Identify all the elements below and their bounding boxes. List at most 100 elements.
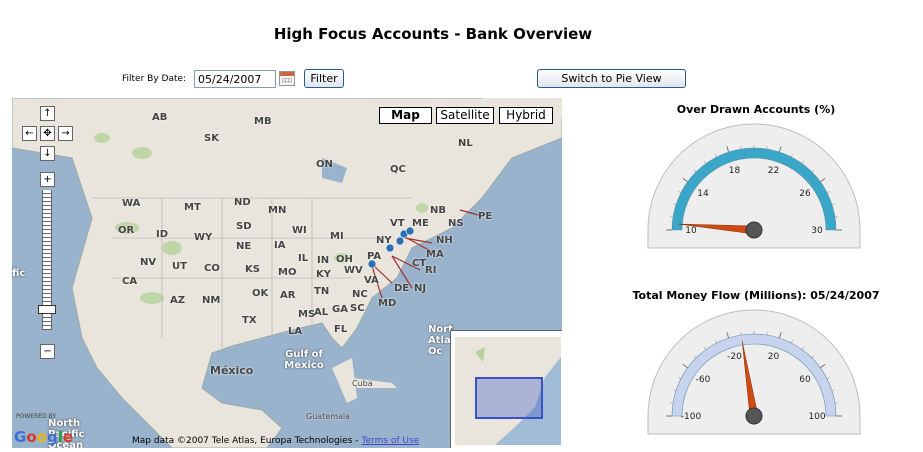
filter-button[interactable]: Filter: [304, 69, 344, 88]
map-label-ga: GA: [332, 304, 348, 315]
filter-date-input[interactable]: [194, 70, 276, 88]
overview-viewport[interactable]: [475, 377, 543, 419]
map-label-de: DE: [394, 283, 410, 294]
map-label-pacific-fragment: fic: [12, 268, 26, 279]
map-label-mexico: México: [210, 364, 254, 377]
map-label-ab: AB: [152, 112, 168, 123]
map-label-wv: WV: [344, 265, 363, 276]
gauge-tick-label: 22: [768, 166, 779, 176]
map-label-ny: NY: [376, 235, 392, 246]
map-label-nj: NJ: [414, 283, 427, 294]
map-label-or: OR: [118, 225, 135, 236]
map-label-nd: ND: [234, 197, 251, 208]
map-label-nl: NL: [458, 138, 473, 149]
gauge-tick-label: -100: [681, 412, 702, 422]
gauge-tick-label: 14: [697, 189, 709, 199]
map-label-ar: AR: [280, 290, 296, 301]
map-label-on: ON: [316, 159, 333, 170]
calendar-icon[interactable]: [279, 71, 295, 86]
map-label-ri: RI: [425, 265, 437, 276]
map-label-al: AL: [314, 307, 329, 318]
gauge-tick-label: 26: [799, 189, 811, 199]
map-label-mo: MO: [278, 267, 297, 278]
map-label-az: AZ: [170, 295, 185, 306]
map-label-ky: KY: [316, 269, 331, 280]
map-label-sd: SD: [236, 221, 252, 232]
map-label-va: VA: [364, 275, 379, 286]
map-type-satellite-button[interactable]: Satellite: [436, 107, 494, 124]
zoom-in-button[interactable]: +: [40, 172, 55, 187]
powered-by-text: POWERED BY: [16, 413, 57, 420]
map-label-la: LA: [288, 326, 303, 337]
map-label-ia: IA: [274, 240, 286, 251]
gauge-tick-label: 60: [799, 375, 811, 385]
map-attribution: Map data ©2007 Tele Atlas, Europa Techno…: [132, 436, 420, 446]
map-label-tx: TX: [242, 315, 257, 326]
terms-of-use-link[interactable]: Terms of Use: [362, 436, 420, 446]
map-label-wy: WY: [194, 232, 213, 243]
map-label-ut: UT: [172, 261, 187, 272]
map-label-qc: QC: [390, 164, 406, 175]
map-label-ca: CA: [122, 276, 138, 287]
money-flow-gauge-title: Total Money Flow (Millions): 05/24/2007: [632, 289, 880, 302]
map-label-sk: SK: [204, 133, 219, 144]
pan-left-button[interactable]: ←: [22, 126, 37, 141]
zoom-out-button[interactable]: −: [40, 344, 55, 359]
pan-down-button[interactable]: ↓: [40, 146, 55, 161]
map-label-in: IN: [317, 255, 330, 266]
pan-up-button[interactable]: ↑: [40, 106, 55, 121]
map-label-mn: MN: [268, 205, 287, 216]
map-label-me: ME: [412, 218, 429, 229]
map-label-ns: NS: [448, 218, 464, 229]
map-label-mi: MI: [330, 231, 344, 242]
map-type-map-button[interactable]: Map: [379, 107, 432, 124]
overview-map[interactable]: [450, 330, 562, 448]
map-label-oh: OH: [336, 254, 353, 265]
map-label-ne: NE: [236, 241, 252, 252]
map-label-pe: PE: [478, 211, 493, 222]
map-label-mt: MT: [184, 202, 201, 213]
map-label-gulf-of-mexico: Gulf of Mexico: [284, 349, 324, 371]
map-label-vt: VT: [390, 218, 405, 229]
map-label-ms: MS: [298, 309, 316, 320]
map-label-pa: PA: [367, 251, 382, 262]
map-label-tn: TN: [314, 286, 330, 297]
overdrawn-gauge: 10 14 18 22 26 30: [647, 123, 861, 249]
overdrawn-gauge-title: Over Drawn Accounts (%): [676, 103, 836, 116]
gauge-hub: [745, 221, 763, 239]
map-label-ks: KS: [245, 264, 260, 275]
map-label-co: CO: [204, 263, 220, 274]
map-label-cuba: Cuba: [352, 379, 373, 388]
gauge-tick-label: 100: [808, 412, 825, 422]
map-label-nv: NV: [140, 257, 157, 268]
map-label-fl: FL: [334, 324, 348, 335]
pan-center-button[interactable]: ✥: [40, 126, 55, 141]
map-label-guatemala: Guatemala: [306, 412, 351, 421]
map-label-ok: OK: [252, 288, 269, 299]
map-label-sc: SC: [350, 303, 365, 314]
gauge-tick-label: -20: [727, 352, 742, 362]
zoom-slider-thumb[interactable]: [38, 305, 56, 314]
map-label-nm: NM: [202, 295, 221, 306]
map-label-wi: WI: [292, 225, 307, 236]
pan-right-button[interactable]: →: [58, 126, 73, 141]
map-label-ma: MA: [426, 249, 444, 260]
gauge-tick-label: -60: [696, 375, 711, 385]
gauge-hub: [745, 407, 763, 425]
map-type-hybrid-button[interactable]: Hybrid: [499, 107, 553, 124]
filter-by-date-label: Filter By Date:: [122, 74, 187, 84]
gauge-tick-label: 18: [729, 166, 741, 176]
gauge-tick-label: 30: [811, 226, 823, 236]
page-title: High Focus Accounts - Bank Overview: [273, 25, 593, 43]
map-label-mb: MB: [254, 116, 272, 127]
money-flow-gauge: -100 -60 -20 20 60 100: [647, 309, 861, 435]
map-view[interactable]: AB SK MB ON QC NL WA MT ND MN ME VT NB P…: [12, 98, 562, 448]
map-label-md: MD: [378, 298, 397, 309]
google-logo: Google: [14, 428, 74, 446]
map-label-nb: NB: [430, 205, 446, 216]
gauge-tick-label: 20: [768, 352, 780, 362]
map-label-nh: NH: [436, 235, 453, 246]
switch-to-pie-view-button[interactable]: Switch to Pie View: [537, 69, 686, 88]
map-label-id: ID: [156, 229, 169, 240]
gauge-tick-label: 10: [685, 226, 697, 236]
